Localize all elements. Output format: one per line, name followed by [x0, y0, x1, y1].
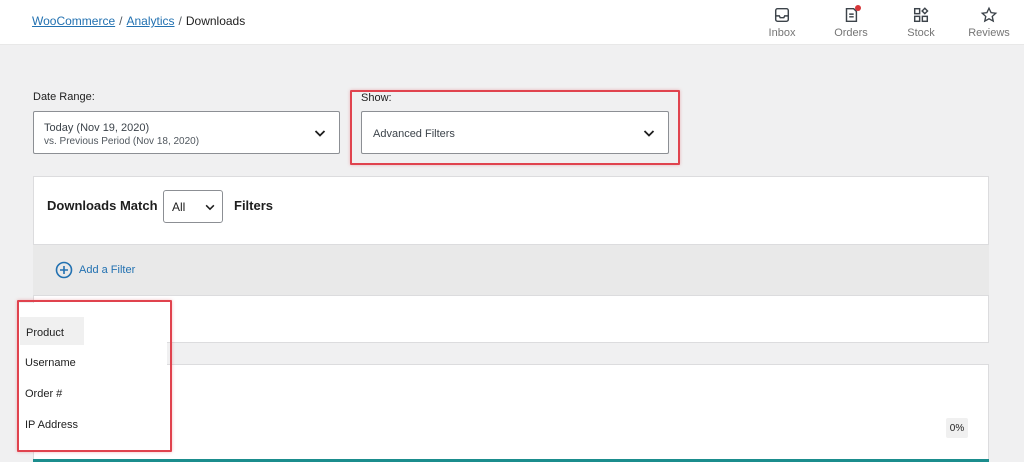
- date-range-select[interactable]: Today (Nov 19, 2020) vs. Previous Period…: [33, 111, 340, 154]
- activity-inbox-button[interactable]: Inbox: [762, 0, 802, 45]
- breadcrumb-woocommerce-link[interactable]: WooCommerce: [32, 14, 115, 28]
- stock-icon: [911, 5, 931, 25]
- date-range-primary: Today (Nov 19, 2020): [44, 122, 150, 134]
- breadcrumb: WooCommerce / Analytics / Downloads: [32, 14, 245, 28]
- chevron-down-icon: [643, 129, 655, 137]
- show-select-value: Advanced Filters: [373, 128, 455, 140]
- add-filter-label: Add a Filter: [79, 264, 136, 276]
- add-filter-button[interactable]: Add a Filter: [55, 261, 135, 279]
- summary-panel: [33, 364, 989, 462]
- inbox-icon: [772, 5, 792, 25]
- activity-label: Reviews: [968, 27, 1010, 39]
- activity-label: Inbox: [768, 27, 796, 39]
- filter-option-product[interactable]: Product: [20, 317, 84, 345]
- breadcrumb-separator: /: [178, 14, 182, 28]
- chevron-down-icon: [314, 129, 326, 137]
- activity-orders-button[interactable]: Orders: [831, 0, 871, 45]
- filters-label: Filters: [234, 198, 274, 213]
- filter-option-username[interactable]: Username: [25, 357, 76, 369]
- show-label: Show:: [361, 92, 392, 104]
- orders-icon: [841, 5, 861, 25]
- plus-circle-icon: [55, 261, 73, 279]
- top-header: WooCommerce / Analytics / Downloads Inbox Or…: [0, 0, 1024, 45]
- filter-option-ip-address[interactable]: IP Address: [25, 419, 78, 431]
- star-icon: [979, 5, 999, 25]
- activity-label: Orders: [834, 27, 868, 39]
- breadcrumb-analytics-link[interactable]: Analytics: [126, 14, 174, 28]
- filter-options-dropdown: Product Username Order # IP Address: [17, 303, 167, 451]
- activity-label: Stock: [907, 27, 935, 39]
- date-range-label: Date Range:: [33, 91, 95, 103]
- activity-stock-button[interactable]: Stock: [901, 0, 941, 45]
- breadcrumb-current: Downloads: [185, 14, 246, 28]
- date-range-compare: vs. Previous Period (Nov 18, 2020): [44, 136, 200, 147]
- show-select[interactable]: Advanced Filters: [361, 111, 669, 154]
- downloads-match-label: Downloads Match: [47, 198, 158, 213]
- add-filter-row: Add a Filter: [33, 244, 989, 296]
- activity-reviews-button[interactable]: Reviews: [967, 0, 1011, 45]
- filter-option-order[interactable]: Order #: [25, 388, 62, 400]
- breadcrumb-separator: /: [119, 14, 123, 28]
- chevron-down-icon: [205, 204, 215, 211]
- match-select-value: All: [172, 200, 186, 214]
- notification-dot: [855, 5, 861, 11]
- percent-badge: 0%: [946, 418, 968, 438]
- match-select[interactable]: All: [163, 190, 223, 223]
